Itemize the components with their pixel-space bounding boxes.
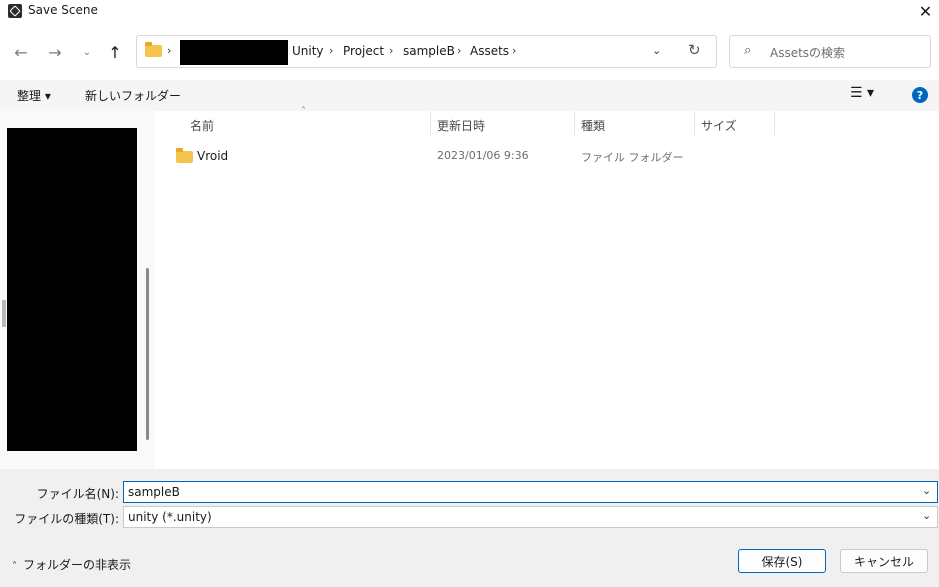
close-button[interactable]: ✕ — [912, 0, 939, 22]
breadcrumb-separator[interactable]: › — [457, 44, 461, 57]
title-bar — [0, 0, 939, 22]
filename-dropdown-chevron-icon[interactable]: ⌄ — [922, 484, 931, 497]
view-options-icon[interactable]: ☰ ▾ — [850, 85, 874, 101]
recent-locations-chevron-icon[interactable]: ⌄ — [76, 40, 98, 64]
filetype-dropdown-chevron-icon[interactable]: ⌄ — [922, 509, 931, 522]
column-divider[interactable] — [774, 111, 775, 135]
help-icon[interactable]: ? — [912, 87, 928, 103]
filename-label: ファイル名(N): — [36, 487, 119, 501]
filetype-label: ファイルの種類(T): — [14, 512, 119, 526]
redacted-navigation-tree — [7, 128, 137, 451]
window-title: Save Scene — [28, 3, 98, 17]
breadcrumb-assets[interactable]: Assets — [470, 44, 509, 58]
save-button[interactable]: 保存(S) — [738, 549, 826, 573]
folder-icon — [176, 148, 193, 163]
breadcrumb-separator[interactable]: › — [329, 44, 333, 57]
forward-icon[interactable]: → — [44, 40, 66, 64]
cancel-button[interactable]: キャンセル — [840, 549, 928, 573]
column-header-modified[interactable]: 更新日時 — [437, 117, 485, 134]
organize-button[interactable]: 整理 ▾ — [17, 87, 51, 104]
column-divider[interactable] — [694, 111, 695, 135]
column-divider[interactable] — [430, 111, 431, 135]
folder-icon — [145, 42, 162, 57]
refresh-icon[interactable]: ↻ — [688, 41, 701, 59]
column-header-type[interactable]: 種類 — [581, 117, 605, 134]
up-icon[interactable]: ↑ — [104, 40, 126, 64]
nav-pane-edge — [2, 300, 6, 327]
hide-folders-label: フォルダーの非表示 — [23, 558, 132, 572]
breadcrumb-separator: › — [167, 44, 172, 57]
file-row-modified: 2023/01/06 9:36 — [437, 149, 529, 162]
address-dropdown-chevron-icon[interactable]: ⌄ — [652, 44, 661, 57]
unity-app-icon — [8, 4, 22, 18]
redacted-path-segment — [180, 40, 288, 65]
breadcrumb-unity[interactable]: Unity — [292, 44, 324, 58]
filetype-select[interactable]: unity (*.unity) — [123, 506, 938, 528]
sort-ascending-icon: ˄ — [301, 106, 306, 117]
chevron-up-icon: ˄ — [12, 561, 17, 572]
hide-folders-button[interactable]: ˄ フォルダーの非表示 — [12, 556, 131, 573]
breadcrumb-separator[interactable]: › — [389, 44, 393, 57]
column-header-name[interactable]: 名前 — [190, 117, 214, 134]
new-folder-button[interactable]: 新しいフォルダー — [85, 87, 181, 104]
file-list — [155, 111, 939, 469]
column-header-size[interactable]: サイズ — [701, 117, 737, 134]
filename-input[interactable] — [123, 481, 938, 503]
breadcrumb-separator[interactable]: › — [512, 44, 516, 57]
column-divider[interactable] — [574, 111, 575, 135]
file-row-name[interactable]: Vroid — [197, 149, 228, 163]
back-icon[interactable]: ← — [10, 40, 32, 64]
nav-scrollbar[interactable] — [146, 268, 149, 440]
breadcrumb-project[interactable]: Project — [343, 44, 384, 58]
search-icon: ⌕ — [744, 43, 752, 58]
breadcrumb-sampleb[interactable]: sampleB — [403, 44, 455, 58]
file-row-type: ファイル フォルダー — [581, 151, 684, 164]
search-input[interactable]: Assetsの検索 — [770, 44, 845, 61]
